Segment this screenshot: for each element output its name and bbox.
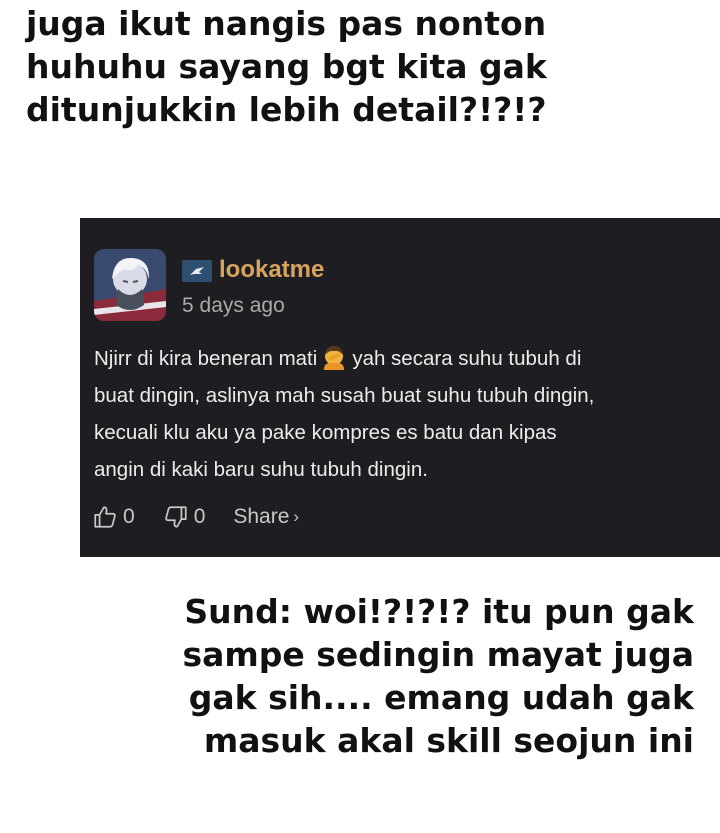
top-caption: juga ikut nangis pas nonton huhuhu sayan…: [26, 2, 547, 131]
comment-text-line: kecuali klu aku ya pake kompres es batu …: [94, 421, 557, 444]
top-caption-line: juga ikut nangis pas nonton: [26, 4, 547, 43]
top-caption-line: huhuhu sayang bgt kita gak: [26, 47, 547, 86]
comment-text-line: angin di kaki baru suhu tubuh dingin.: [94, 458, 428, 481]
thumbs-down-icon: [164, 506, 187, 528]
chevron-right-icon: ›: [293, 507, 300, 526]
dislike-button[interactable]: 0: [163, 504, 206, 530]
comment-text-segment: yah secara suhu tubuh di: [352, 347, 582, 370]
avatar[interactable]: [94, 249, 166, 321]
bottom-caption: Sund: woi!?!?!? itu pun gak sampe seding…: [182, 590, 694, 762]
timestamp: 5 days ago: [182, 294, 285, 317]
comment-text-line: Njirr di kira beneran mati yah secara su…: [94, 340, 714, 377]
top-caption-line: ditunjukkin lebih detail?!?!?: [26, 90, 547, 129]
like-button[interactable]: 0: [92, 504, 135, 530]
comment-actions: 0 0 Share ›: [92, 502, 299, 532]
like-count: 0: [123, 505, 135, 528]
share-label: Share: [233, 505, 290, 528]
bottom-caption-line: sampe sedingin mayat juga: [182, 635, 694, 674]
username[interactable]: lookatme: [219, 255, 324, 285]
bottom-caption-line: Sund: woi!?!?!? itu pun gak: [184, 592, 694, 631]
bottom-caption-line: gak sih.... emang udah gak: [188, 678, 694, 717]
person-facepalming-emoji-icon: [321, 344, 347, 370]
thumbs-up-icon: [94, 506, 116, 528]
comment-card: lookatme 5 days ago Njirr di kira benera…: [80, 218, 720, 557]
rank-badge-icon: [182, 260, 212, 282]
comment-text-line: buat dingin, aslinya mah susah buat suhu…: [94, 384, 595, 407]
dislike-count: 0: [193, 505, 206, 528]
comment-text-segment: Njirr di kira beneran mati: [94, 347, 318, 370]
bottom-caption-line: masuk akal skill seojun ini: [203, 721, 694, 760]
comment-text: Njirr di kira beneran mati yah secara su…: [94, 340, 714, 488]
share-button[interactable]: Share ›: [233, 505, 299, 529]
